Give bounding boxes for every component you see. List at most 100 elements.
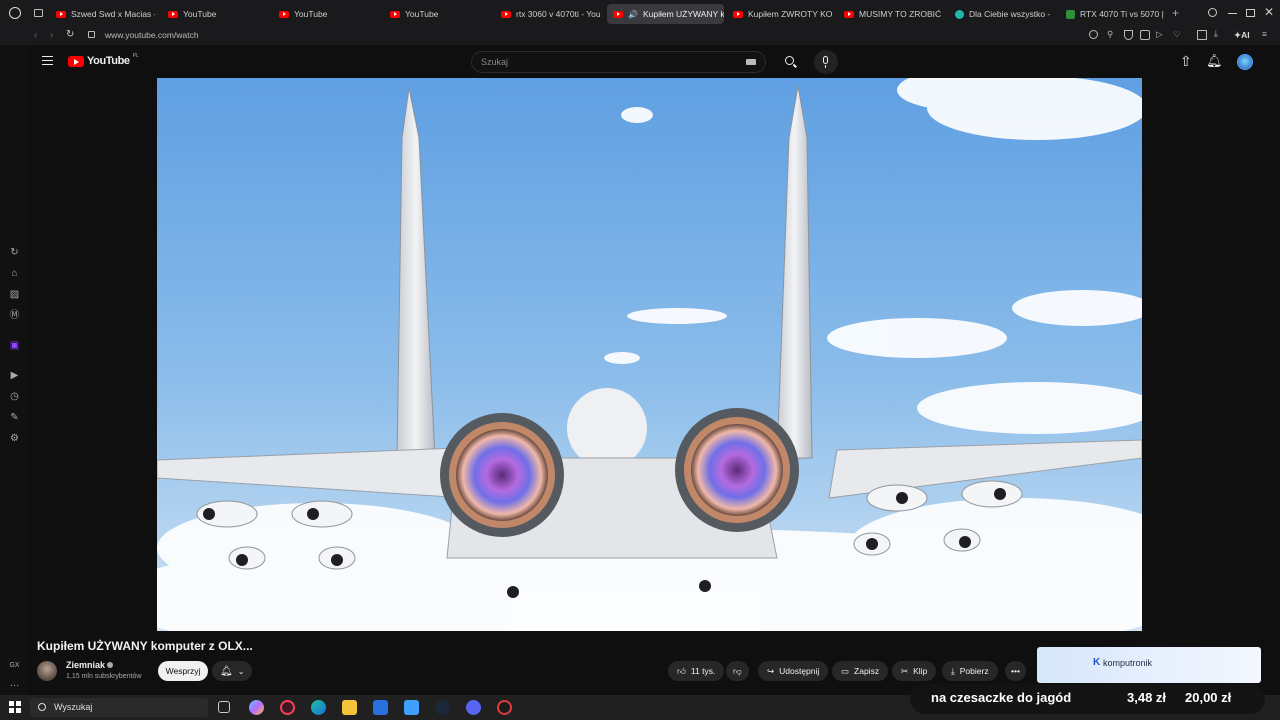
minimize-icon[interactable] — [1228, 13, 1237, 14]
video-title: Kupiłem UŻYWANY komputer z OLX... — [37, 639, 253, 653]
more-actions-button[interactable]: ••• — [1005, 661, 1026, 681]
forward-icon[interactable]: › — [50, 30, 53, 41]
edge-icon[interactable] — [311, 700, 326, 715]
tab-rtx-4070[interactable]: RTX 4070 Ti vs 5070 | — [1060, 4, 1165, 24]
channel-name[interactable]: Ziemniak — [66, 660, 105, 670]
youtube-favicon-icon — [844, 10, 854, 18]
task-view-icon[interactable] — [218, 701, 230, 713]
youtube-favicon-icon — [501, 10, 511, 18]
play-icon[interactable]: ▶ — [9, 370, 20, 381]
gx-icon[interactable]: GX — [9, 660, 20, 671]
app-icon[interactable] — [497, 700, 512, 715]
scissors-icon: ✂ — [901, 665, 909, 676]
back-icon[interactable]: ‹ — [34, 30, 37, 41]
address-bar: ‹ › ↻ www.youtube.com/watch ⚲ ▷ ♡ ⤓ ✦AI … — [0, 27, 1280, 45]
youtube-favicon-icon — [168, 10, 178, 18]
store-icon[interactable] — [373, 700, 388, 715]
pin-icon[interactable]: ⚲ — [1107, 29, 1113, 40]
upload-icon[interactable]: ⇧ — [1180, 53, 1192, 70]
tab-overview-icon[interactable] — [34, 9, 43, 17]
tab-youtube-3[interactable]: YouTube — [384, 4, 489, 24]
wallet-icon[interactable] — [1197, 30, 1207, 40]
video-frame — [157, 78, 1142, 631]
thumbs-up-icon: 👍︎ — [677, 665, 686, 676]
snapshot-icon[interactable] — [1140, 30, 1150, 40]
discord-icon[interactable] — [466, 700, 481, 715]
more-horizontal-icon: ••• — [1011, 666, 1020, 676]
avatar[interactable] — [1237, 54, 1253, 70]
lock-icon — [88, 31, 95, 38]
dislike-button[interactable]: 👎︎ — [726, 661, 749, 681]
restore-icon[interactable] — [1246, 9, 1255, 17]
opera-gx-icon[interactable] — [280, 700, 295, 715]
new-tab-icon[interactable]: + — [1172, 7, 1179, 19]
keyboard-icon[interactable] — [746, 59, 756, 65]
tab-zwroty[interactable]: Kupiłem ZWROTY KON — [727, 4, 832, 24]
hamburger-menu-icon[interactable] — [42, 56, 53, 65]
taskbar-search-input[interactable]: Wyszukaj — [30, 698, 208, 717]
reload-icon[interactable]: ↻ — [66, 29, 74, 40]
clock-icon[interactable]: ◷ — [9, 391, 20, 402]
tab-youtube-2[interactable]: YouTube — [273, 4, 378, 24]
messenger-icon[interactable]: Ⓜ — [9, 310, 20, 321]
share-button[interactable]: ↪ Udostępnij — [758, 661, 829, 681]
youtube-favicon-icon — [613, 10, 623, 18]
youtube-favicon-icon — [390, 10, 400, 18]
search-button[interactable] — [776, 51, 804, 73]
voice-search-button[interactable] — [814, 50, 838, 74]
komputronik-logo-icon: K — [1093, 657, 1101, 668]
tab-rtx-3060[interactable]: rtx 3060 v 4070ti - You — [495, 4, 600, 24]
notifications-bell-icon[interactable]: 🔔︎ — [1206, 53, 1223, 69]
extensions-icon[interactable]: ▷ — [1156, 29, 1163, 40]
history-icon[interactable]: ↻ — [9, 247, 20, 258]
tab-audio-icon[interactable]: 🔊 — [628, 10, 638, 19]
overlay-price-2: 20,00 zł — [1185, 690, 1232, 705]
like-button[interactable]: 👍︎ 11 tys. — [668, 661, 725, 681]
twitch-icon[interactable]: ▣ — [9, 340, 20, 351]
settings-icon[interactable]: ⚙ — [9, 433, 20, 444]
tab-dla-ciebie[interactable]: Dla Ciebie wszystko - — [949, 4, 1054, 24]
more-icon[interactable]: … — [9, 678, 20, 689]
close-icon[interactable]: ✕ — [1264, 5, 1274, 19]
youtube-favicon-icon — [279, 10, 289, 18]
tools-icon[interactable]: ✎ — [9, 412, 20, 423]
save-button[interactable]: ▭ Zapisz — [832, 661, 889, 681]
file-explorer-icon[interactable] — [342, 700, 357, 715]
heart-icon[interactable]: ♡ — [1173, 29, 1181, 40]
aria-ai-button[interactable]: ✦AI — [1234, 30, 1250, 41]
youtube-logo[interactable]: YouTube PL — [68, 53, 139, 67]
tab-szwed-swd[interactable]: Szwed Swd x Macias - — [50, 4, 155, 24]
url-field[interactable]: www.youtube.com/watch — [105, 30, 199, 40]
tab-youtube-1[interactable]: YouTube — [162, 4, 267, 24]
chat-icon[interactable]: ⌂ — [9, 268, 20, 279]
youtube-favicon-icon — [733, 10, 743, 18]
download-icon[interactable]: ⤓ — [1214, 28, 1218, 39]
youtube-favicon-icon — [56, 10, 66, 18]
shield-icon[interactable] — [1124, 30, 1133, 40]
browser-tab-strip: Szwed Swd x Macias - YouTube YouTube You… — [0, 0, 1280, 27]
download-button[interactable]: ⤓ Pobierz — [942, 661, 998, 681]
bell-icon: 🔔︎ — [220, 665, 233, 677]
subscription-bell-button[interactable]: 🔔︎ ⌄ — [212, 661, 253, 681]
copilot-icon[interactable] — [249, 700, 264, 715]
tab-active-video[interactable]: 🔊 Kupiłem UŻYWANY k — [607, 4, 724, 24]
tab-musimy[interactable]: MUSIMY TO ZROBIĆ N — [838, 4, 943, 24]
subscriber-count: 1,15 mln subskrybentów — [66, 673, 142, 680]
vpn-icon[interactable] — [404, 700, 419, 715]
opera-menu-icon[interactable] — [9, 7, 21, 19]
download-arrow-icon: ⤓ — [951, 665, 955, 676]
support-button[interactable]: Wesprzyj — [158, 661, 208, 681]
steam-icon[interactable] — [435, 700, 450, 715]
zoom-icon[interactable] — [1089, 30, 1098, 39]
menu-icon[interactable]: ≡ — [1262, 29, 1267, 39]
youtube-logo-icon — [68, 55, 84, 67]
windows-start-icon[interactable] — [9, 701, 21, 713]
ad-banner[interactable]: K komputronik — [1037, 647, 1261, 683]
video-player[interactable] — [157, 78, 1142, 631]
clip-button[interactable]: ✂ Klip — [892, 661, 937, 681]
player-icon[interactable]: ▨ — [9, 289, 20, 300]
search-input[interactable]: Szukaj — [471, 51, 766, 73]
search-tabs-icon[interactable] — [1208, 8, 1217, 17]
channel-avatar[interactable] — [37, 661, 57, 681]
taskbar-search-icon — [38, 703, 46, 711]
